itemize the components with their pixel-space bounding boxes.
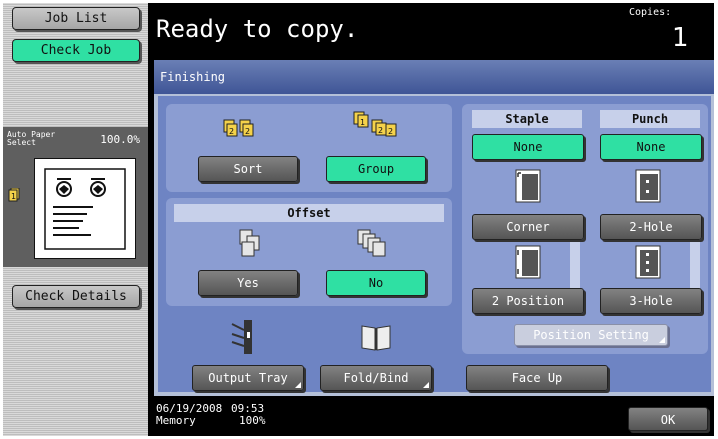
offset-no-button[interactable]: No bbox=[326, 270, 426, 296]
panel-title-bar: Finishing bbox=[154, 60, 714, 94]
svg-text:1: 1 bbox=[360, 118, 365, 127]
offset-yes-button[interactable]: Yes bbox=[198, 270, 298, 296]
output-tray-button[interactable]: Output Tray bbox=[192, 365, 304, 391]
fold-bind-label: Fold/Bind bbox=[343, 371, 409, 385]
svg-text:2: 2 bbox=[378, 126, 383, 135]
connector-bar bbox=[570, 239, 580, 289]
punch-none-button[interactable]: None bbox=[600, 134, 702, 160]
left-column: Job List Check Job Auto Paper Select 100… bbox=[3, 3, 148, 436]
copies-count: 1 bbox=[672, 23, 689, 53]
submenu-indicator-icon bbox=[659, 337, 665, 343]
device-frame: Job List Check Job Auto Paper Select 100… bbox=[0, 0, 718, 439]
sort-button[interactable]: Sort bbox=[198, 156, 298, 182]
staple-2-position-button[interactable]: 2 Position bbox=[472, 288, 584, 314]
svg-text:2: 2 bbox=[229, 127, 234, 136]
output-tray-label: Output Tray bbox=[208, 371, 288, 385]
screen: Job List Check Job Auto Paper Select 100… bbox=[3, 3, 714, 436]
preview-page bbox=[34, 158, 136, 259]
group-icon: 1 2 2 bbox=[353, 111, 397, 137]
position-setting-label: Position Setting bbox=[533, 328, 649, 342]
offset-no-icon bbox=[357, 229, 386, 257]
staple-corner-button[interactable]: Corner bbox=[472, 214, 584, 240]
face-up-button[interactable]: Face Up bbox=[466, 365, 608, 391]
staple-none-button[interactable]: None bbox=[472, 134, 584, 160]
staple-2-position-icon bbox=[515, 245, 541, 279]
page-stack-icon: 1 bbox=[8, 188, 20, 202]
output-tray-icon bbox=[231, 320, 252, 354]
punch-2-hole-icon bbox=[635, 169, 661, 203]
time-display: 09:53 bbox=[231, 402, 265, 415]
position-setting-button[interactable]: Position Setting bbox=[514, 324, 668, 346]
offset-yes-icon bbox=[239, 229, 260, 257]
punch-2-hole-button[interactable]: 2-Hole bbox=[600, 214, 702, 240]
fold-bind-icon bbox=[361, 325, 391, 351]
ok-button[interactable]: OK bbox=[628, 407, 708, 431]
copies-label: Copies: bbox=[629, 7, 672, 18]
sort-icon: 2 2 bbox=[223, 119, 254, 137]
check-job-button[interactable]: Check Job bbox=[12, 39, 140, 62]
connector-bar bbox=[690, 239, 700, 289]
panel-content: 2 2 1 2 2 Sort Group Offset Yes No Outpu… bbox=[158, 96, 711, 392]
punch-3-hole-icon bbox=[635, 245, 661, 279]
offset-label: Offset bbox=[174, 204, 444, 222]
footer-bar: 06/19/2008 09:53 Memory 100% OK bbox=[148, 397, 714, 436]
zoom-ratio: 100.0% bbox=[100, 133, 140, 146]
date-display: 06/19/2008 bbox=[156, 402, 223, 415]
offset-section: Offset Yes No bbox=[166, 198, 452, 306]
staple-corner-icon bbox=[515, 169, 541, 203]
finishing-panel: Finishing 2 2 1 2 2 Sort Group Offset Ye… bbox=[154, 60, 714, 396]
memory-value: 100% bbox=[239, 414, 266, 427]
sort-group-section: 2 2 1 2 2 Sort Group bbox=[166, 104, 452, 192]
svg-text:1: 1 bbox=[11, 192, 16, 201]
fold-bind-button[interactable]: Fold/Bind bbox=[320, 365, 432, 391]
copy-preview-panel: Auto Paper Select 100.0% 1 bbox=[3, 127, 148, 267]
panel-title: Finishing bbox=[160, 70, 226, 84]
submenu-indicator-icon bbox=[423, 382, 429, 388]
staple-label: Staple bbox=[472, 110, 582, 128]
punch-label: Punch bbox=[600, 110, 700, 128]
check-details-button[interactable]: Check Details bbox=[12, 285, 140, 308]
job-list-button[interactable]: Job List bbox=[12, 7, 140, 30]
svg-text:2: 2 bbox=[245, 127, 250, 136]
status-bar: Ready to copy. Copies: 1 bbox=[148, 3, 714, 57]
submenu-indicator-icon bbox=[295, 382, 301, 388]
punch-3-hole-button[interactable]: 3-Hole bbox=[600, 288, 702, 314]
document-thumbnail-icon bbox=[44, 168, 126, 250]
group-button[interactable]: Group bbox=[326, 156, 426, 182]
svg-text:2: 2 bbox=[388, 127, 393, 136]
memory-label: Memory bbox=[156, 414, 196, 427]
staple-punch-section: Staple Punch None None Corner 2-Hole 2 P… bbox=[462, 104, 708, 354]
status-message: Ready to copy. bbox=[156, 15, 359, 43]
